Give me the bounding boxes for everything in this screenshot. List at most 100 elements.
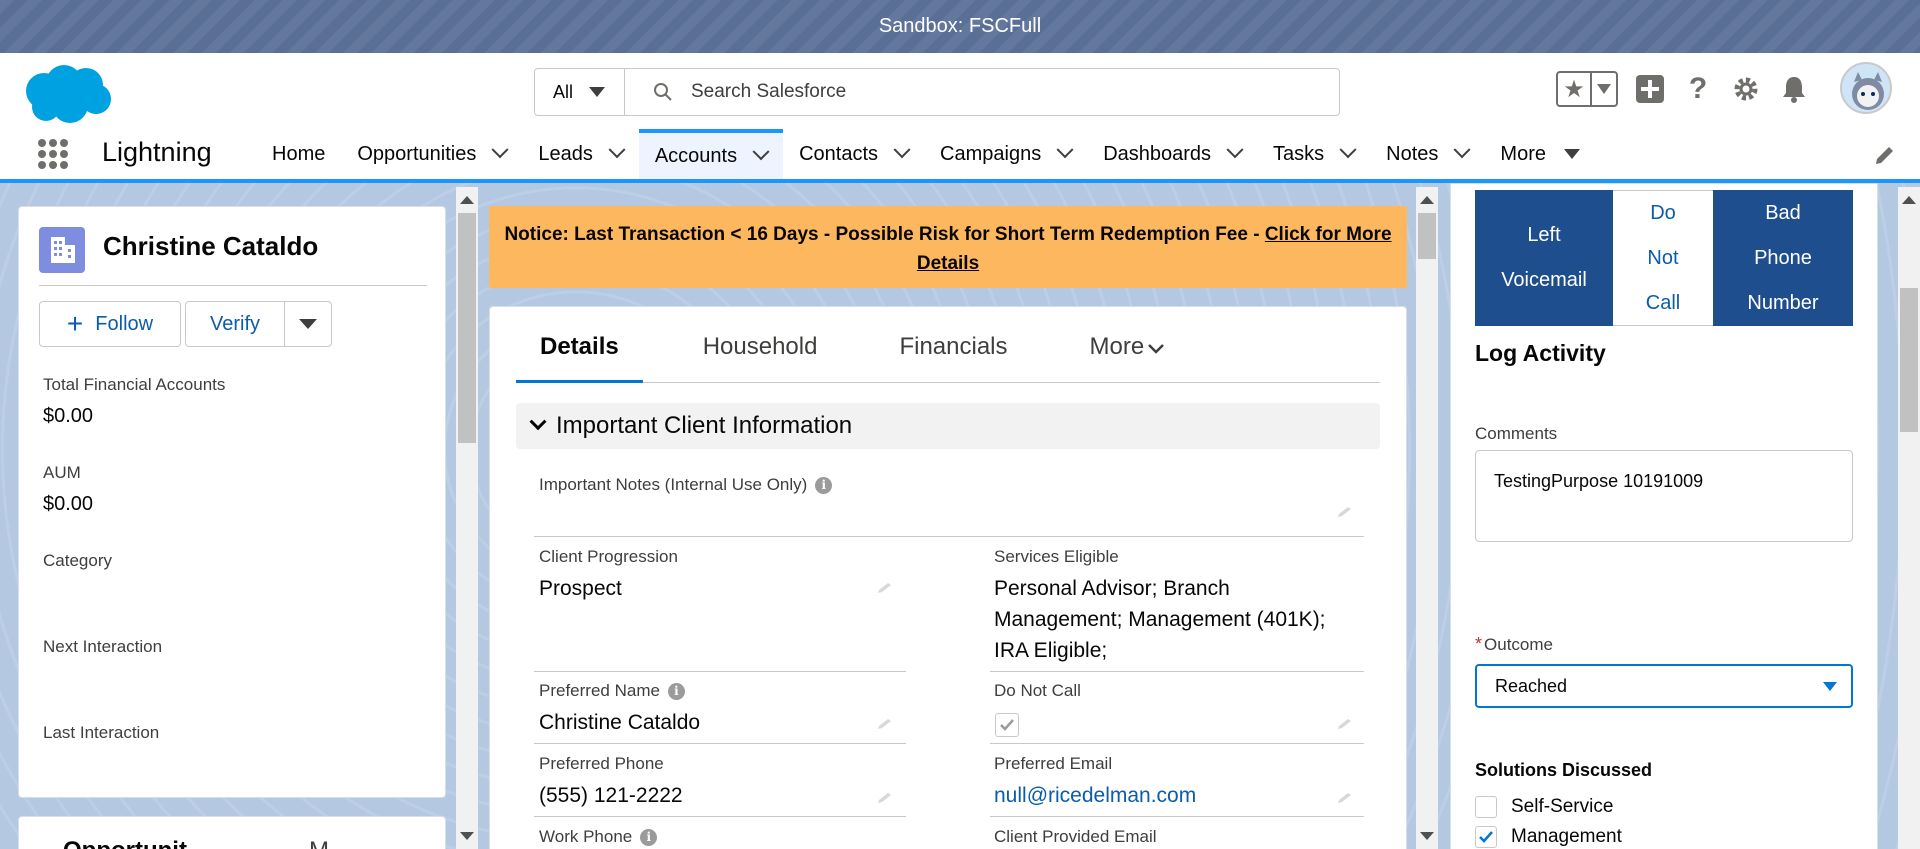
field-value-preferred-phone: (555) 121-2222 (539, 784, 683, 807)
chevron-down-icon[interactable] (1339, 141, 1357, 159)
solution-option-management[interactable]: Management (1475, 826, 1622, 848)
nav-item-accounts[interactable]: Accounts (638, 129, 784, 179)
scroll-up-icon[interactable] (1420, 196, 1434, 204)
chevron-down-icon[interactable] (752, 143, 770, 161)
follow-label: Follow (95, 312, 154, 335)
favorites-button[interactable]: ★ (1556, 71, 1618, 107)
record-highlights-card: Christine Cataldo + Follow Verify Total … (18, 206, 446, 798)
gear-icon (1734, 77, 1758, 101)
nav-item-label: Leads (538, 142, 593, 165)
more-actions-dropdown[interactable] (284, 301, 332, 347)
app-launcher-icon[interactable] (38, 139, 68, 169)
chevron-down-icon[interactable] (491, 141, 509, 159)
chevron-down-icon[interactable] (1056, 141, 1074, 159)
field-value-preferred-email[interactable]: null@ricedelman.com (994, 780, 1196, 811)
global-actions-button[interactable] (1634, 73, 1666, 105)
help-button[interactable]: ? (1682, 72, 1714, 105)
solution-label: Self-Service (1511, 796, 1614, 817)
divider (39, 285, 427, 286)
caret-down-icon (1564, 149, 1580, 159)
scrollbar-thumb[interactable] (1418, 213, 1436, 259)
center-column-scrollbar[interactable] (1416, 187, 1438, 849)
outcome-selected-value: Reached (1495, 675, 1568, 696)
solutions-discussed-title: Solutions Discussed (1475, 760, 1653, 780)
follow-button[interactable]: + Follow (39, 301, 181, 347)
scrollbar-thumb[interactable] (458, 213, 476, 443)
nav-item-tasks[interactable]: Tasks (1257, 129, 1370, 179)
setup-button[interactable] (1730, 73, 1762, 105)
outcome-select[interactable]: Reached (1475, 664, 1853, 708)
checkbox[interactable] (1475, 826, 1497, 848)
scrollbar-thumb[interactable] (1900, 288, 1918, 432)
search-scope-dropdown[interactable]: All (535, 69, 625, 115)
field-label-client-provided-email: Client Provided Email (994, 827, 1157, 846)
record-detail-card: Details Household Financials More Import… (489, 306, 1407, 849)
highlight-value: $0.00 (43, 493, 94, 515)
app-name: Lightning (102, 137, 212, 167)
tab-more[interactable]: More (1090, 321, 1165, 383)
scroll-up-icon[interactable] (1902, 196, 1916, 204)
verify-button[interactable]: Verify (185, 301, 285, 347)
call-outcome-button-group: Left Voicemail Do Not Call Bad Phone Number (1475, 190, 1853, 326)
edit-nav-pencil-icon[interactable] (1873, 143, 1897, 167)
nav-item-campaigns[interactable]: Campaigns (924, 129, 1087, 179)
edit-pencil-icon[interactable] (876, 717, 896, 731)
nav-item-notes[interactable]: Notes (1370, 129, 1484, 179)
bad-phone-number-button[interactable]: Bad Phone Number (1713, 190, 1853, 326)
favorites-list-button[interactable] (1592, 73, 1616, 105)
tab-details[interactable]: Details (516, 321, 643, 383)
caret-down-icon (589, 87, 606, 97)
section-important-client-info[interactable]: Important Client Information (516, 403, 1380, 449)
comments-textarea[interactable]: TestingPurpose 10191009 (1475, 450, 1853, 542)
scroll-down-icon[interactable] (460, 832, 474, 840)
salesforce-logo-icon[interactable] (20, 61, 114, 127)
bell-icon (1783, 77, 1805, 103)
field-label-text: Work Phone (539, 827, 633, 846)
info-icon[interactable]: i (815, 476, 833, 494)
add-icon (1636, 75, 1664, 103)
nav-item-more[interactable]: More (1484, 129, 1596, 179)
checkbox[interactable] (1475, 796, 1497, 818)
do-not-call-button[interactable]: Do Not Call (1613, 190, 1713, 326)
edit-pencil-icon[interactable] (1336, 505, 1356, 519)
required-indicator: * (1475, 634, 1483, 654)
solution-option-self-service[interactable]: Self-Service (1475, 796, 1613, 818)
nav-item-label: Opportunities (357, 142, 477, 165)
search-input[interactable]: Search Salesforce (625, 69, 1339, 115)
global-header: All Search Salesforce ★ ? (0, 53, 1920, 129)
notice-text: Notice: Last Transaction < 16 Days - Pos… (504, 224, 1265, 245)
info-icon[interactable]: i (667, 682, 685, 700)
nav-item-label: Notes (1386, 142, 1439, 165)
nav-item-leads[interactable]: Leads (522, 129, 639, 179)
chevron-down-icon[interactable] (608, 141, 626, 159)
scroll-down-icon[interactable] (1420, 832, 1434, 840)
chevron-down-icon[interactable] (893, 141, 911, 159)
info-icon[interactable]: i (640, 828, 658, 846)
edit-pencil-icon[interactable] (1336, 791, 1356, 805)
nav-item-opportunities[interactable]: Opportunities (341, 129, 522, 179)
tab-financials[interactable]: Financials (899, 321, 1007, 383)
edit-pencil-icon[interactable] (876, 791, 896, 805)
edit-pencil-icon[interactable] (1336, 717, 1356, 731)
search-icon (654, 83, 672, 101)
nav-item-home[interactable]: Home (256, 129, 341, 179)
edit-pencil-icon[interactable] (876, 581, 896, 595)
user-avatar[interactable] (1840, 62, 1892, 114)
related-card: Opportunit M (18, 816, 446, 849)
search-placeholder: Search Salesforce (691, 81, 847, 102)
field-divider (990, 671, 1364, 672)
related-card-title: Opportunit (63, 837, 187, 849)
left-voicemail-button[interactable]: Left Voicemail (1475, 190, 1613, 326)
chevron-down-icon[interactable] (1226, 141, 1244, 159)
nav-item-dashboards[interactable]: Dashboards (1087, 129, 1257, 179)
page-scrollbar[interactable] (1898, 187, 1920, 849)
notifications-button[interactable] (1778, 73, 1810, 105)
caret-down-icon (1823, 682, 1837, 691)
highlight-label: Last Interaction (43, 723, 160, 742)
record-title: Christine Cataldo (103, 231, 319, 261)
highlight-label: Category (43, 551, 112, 570)
chevron-down-icon[interactable] (1453, 141, 1471, 159)
tab-household[interactable]: Household (703, 321, 818, 383)
nav-item-contacts[interactable]: Contacts (783, 129, 924, 179)
scroll-up-icon[interactable] (460, 196, 474, 204)
